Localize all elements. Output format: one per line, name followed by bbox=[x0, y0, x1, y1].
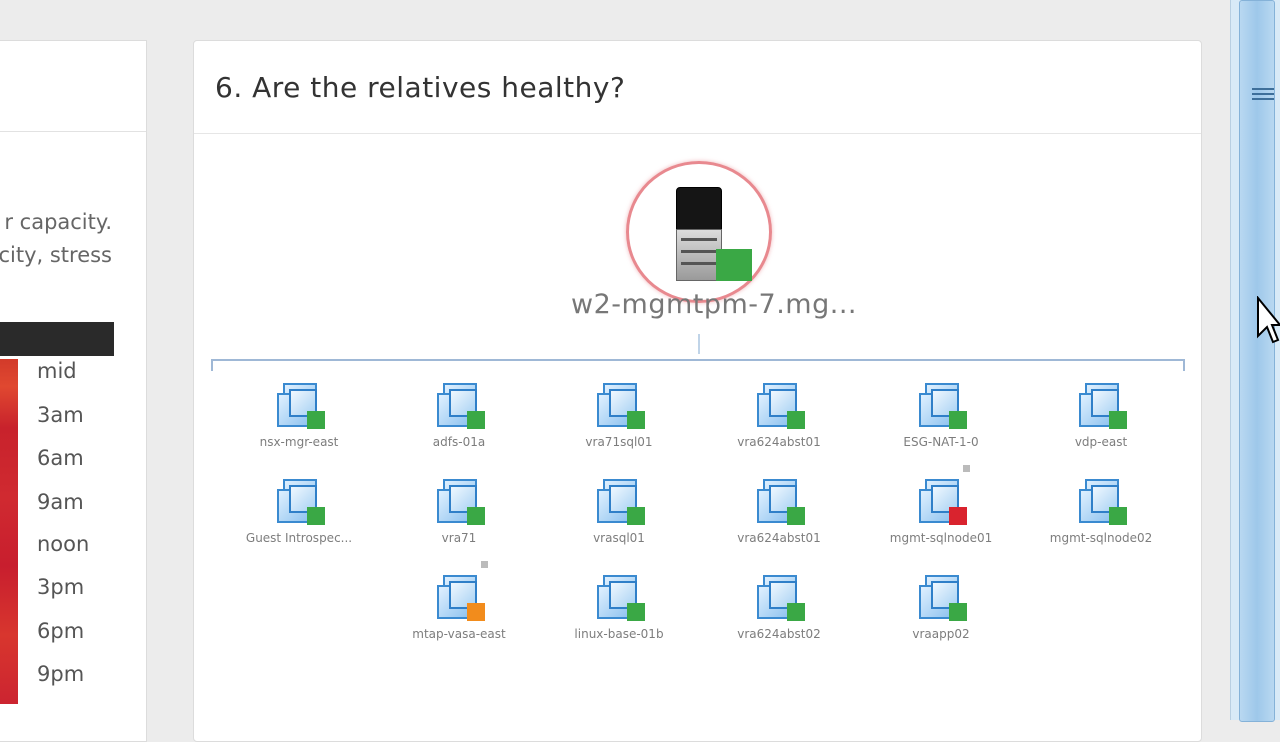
vm-label: Guest Introspec... bbox=[245, 531, 353, 545]
time-label-3am: 3am bbox=[37, 403, 84, 427]
title-divider bbox=[194, 133, 1201, 134]
vm-icon bbox=[277, 381, 333, 429]
vm-node[interactable]: adfs-01a bbox=[384, 381, 534, 461]
vm-icon bbox=[277, 477, 333, 525]
vm-label: vra624abst01 bbox=[737, 531, 821, 545]
vm-label: vra624abst02 bbox=[737, 627, 821, 641]
vm-node[interactable]: mgmt-sqlnode02 bbox=[1026, 477, 1176, 557]
vm-icon bbox=[919, 573, 975, 621]
vm-label: linux-base-01b bbox=[574, 627, 664, 641]
vm-node[interactable]: Guest Introspec... bbox=[224, 477, 374, 557]
vm-label: vra71sql01 bbox=[585, 435, 653, 449]
vm-node[interactable]: vdp-east bbox=[1026, 381, 1176, 461]
vm-icon bbox=[437, 561, 493, 621]
vm-node[interactable]: vra71sql01 bbox=[544, 381, 694, 461]
left-panel: r capacity. city, stress mid 3am 6am 9am… bbox=[0, 40, 147, 742]
left-panel-description: r capacity. city, stress bbox=[0, 206, 112, 272]
time-label-9am: 9am bbox=[37, 490, 84, 514]
heatmap-strip[interactable] bbox=[0, 359, 18, 704]
time-label-6pm: 6pm bbox=[37, 619, 85, 643]
vm-node[interactable]: vra624abst01 bbox=[704, 477, 854, 557]
vm-node[interactable]: mtap-vasa-east bbox=[384, 561, 534, 653]
vm-status-indicator bbox=[467, 603, 485, 621]
vm-icon bbox=[757, 477, 813, 525]
panel-title: 6. Are the relatives healthy? bbox=[215, 71, 626, 104]
relatives-health-panel: 6. Are the relatives healthy? w2-mgmtpm-… bbox=[193, 40, 1202, 742]
tree-connector-horizontal bbox=[211, 359, 1185, 361]
vm-node[interactable]: vra624abst02 bbox=[704, 573, 854, 653]
vm-label: vra71 bbox=[441, 531, 477, 545]
vm-status-indicator bbox=[627, 507, 645, 525]
vm-icon bbox=[1079, 381, 1135, 429]
vm-label: vdp-east bbox=[1074, 435, 1128, 449]
vm-label: mtap-vasa-east bbox=[412, 627, 506, 641]
vm-label: mgmt-sqlnode01 bbox=[889, 531, 993, 545]
mouse-cursor-icon bbox=[1257, 296, 1280, 344]
grip-icon bbox=[1252, 85, 1274, 105]
vm-icon bbox=[757, 573, 813, 621]
vm-icon bbox=[437, 477, 493, 525]
description-line-2: city, stress bbox=[0, 243, 112, 267]
vm-icon bbox=[757, 381, 813, 429]
vm-label: adfs-01a bbox=[432, 435, 486, 449]
vm-status-indicator bbox=[307, 411, 325, 429]
vm-label: vrasql01 bbox=[593, 531, 645, 545]
vertical-scrollbar[interactable] bbox=[1230, 0, 1280, 722]
vm-node[interactable]: vrasql01 bbox=[544, 477, 694, 557]
vm-label: vra624abst01 bbox=[737, 435, 821, 449]
vm-icon bbox=[1079, 477, 1135, 525]
time-label-mid: mid bbox=[37, 359, 77, 383]
time-label-3pm: 3pm bbox=[37, 575, 85, 599]
vm-icon bbox=[597, 477, 653, 525]
time-label-9pm: 9pm bbox=[37, 662, 85, 686]
vm-icon bbox=[597, 381, 653, 429]
vm-icon bbox=[919, 465, 975, 525]
vm-node[interactable]: vraapp02 bbox=[866, 573, 1016, 653]
scrollbar-thumb[interactable] bbox=[1239, 0, 1275, 722]
vm-label: mgmt-sqlnode02 bbox=[1049, 531, 1153, 545]
tree-connector-vertical bbox=[698, 334, 700, 354]
vm-node[interactable]: vra71 bbox=[384, 477, 534, 557]
vm-icon bbox=[919, 381, 975, 429]
vm-status-indicator bbox=[949, 507, 967, 525]
vm-status-indicator bbox=[949, 603, 967, 621]
tree-connector-left bbox=[211, 359, 213, 371]
vm-node[interactable]: mgmt-sqlnode01 bbox=[866, 465, 1016, 557]
vm-node[interactable]: ESG-NAT-1-0 bbox=[866, 381, 1016, 461]
description-line-1: r capacity. bbox=[4, 210, 112, 234]
server-icon bbox=[676, 187, 752, 281]
vm-status-indicator bbox=[627, 411, 645, 429]
host-status-indicator bbox=[716, 249, 752, 281]
vm-status-indicator bbox=[307, 507, 325, 525]
vm-label: vraapp02 bbox=[912, 627, 970, 641]
vm-node[interactable]: nsx-mgr-east bbox=[224, 381, 374, 461]
vm-label: ESG-NAT-1-0 bbox=[903, 435, 979, 449]
vm-node[interactable]: linux-base-01b bbox=[544, 573, 694, 653]
vm-status-indicator bbox=[627, 603, 645, 621]
vm-status-indicator bbox=[467, 411, 485, 429]
vm-status-indicator bbox=[949, 411, 967, 429]
vm-icon bbox=[597, 573, 653, 621]
left-panel-divider bbox=[0, 131, 146, 132]
vm-status-indicator bbox=[1109, 411, 1127, 429]
tree-connector-right bbox=[1183, 359, 1185, 371]
vm-icon bbox=[437, 381, 493, 429]
vm-status-indicator bbox=[1109, 507, 1127, 525]
vm-status-indicator bbox=[467, 507, 485, 525]
center-host-label[interactable]: w2-mgmtpm-7.mg... bbox=[524, 289, 904, 320]
vm-node[interactable]: vra624abst01 bbox=[704, 381, 854, 461]
vm-label: nsx-mgr-east bbox=[259, 435, 339, 449]
vm-status-indicator bbox=[787, 411, 805, 429]
vm-status-indicator bbox=[787, 603, 805, 621]
vm-status-indicator bbox=[787, 507, 805, 525]
time-label-6am: 6am bbox=[37, 446, 84, 470]
heatmap-header-bar bbox=[0, 322, 114, 356]
time-label-noon: noon bbox=[37, 532, 90, 556]
